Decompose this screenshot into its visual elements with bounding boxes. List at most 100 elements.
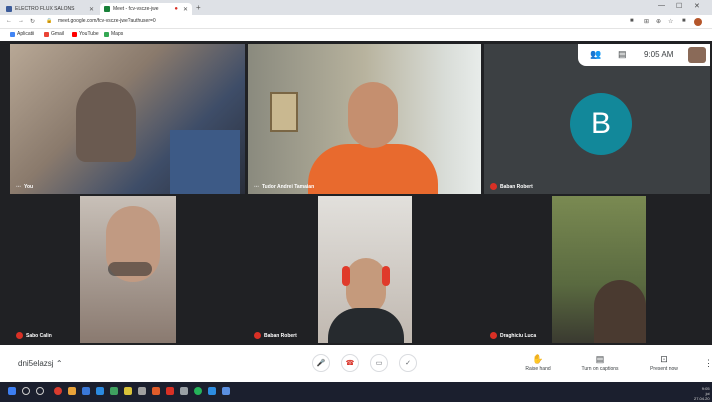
app-icon[interactable] xyxy=(180,387,188,395)
video-tile-baban-avatar[interactable]: B Baban Robert xyxy=(484,44,710,194)
app-icon[interactable] xyxy=(96,387,104,395)
zoom-icon[interactable]: ⊕ xyxy=(656,18,661,25)
microphone-button[interactable]: 🎤 xyxy=(312,354,330,372)
participant-name: Baban Robert xyxy=(254,332,297,339)
present-now-button[interactable]: ⊡ Present now xyxy=(634,354,694,372)
headphone-right xyxy=(382,266,390,286)
url-field[interactable]: meet.google.com/fcv-vscze-jwe?authuser=0 xyxy=(58,18,156,24)
participant-name: Baban Robert xyxy=(490,183,533,190)
browser-tab-bar: ELECTRO FLUX SALONS ✕ Meet - fcv-vscze-j… xyxy=(0,0,712,15)
more-options-icon[interactable]: ⋯ xyxy=(16,184,21,190)
back-icon[interactable]: ← xyxy=(6,18,12,24)
meet-top-bar: 👥 ▤ 9:05 AM xyxy=(578,44,710,66)
cortana-icon[interactable] xyxy=(36,387,44,395)
participant-name: ⋯ You xyxy=(16,184,34,190)
video-tile-you[interactable]: ⋯ You xyxy=(10,44,245,194)
search-icon[interactable] xyxy=(22,387,30,395)
app-icon[interactable] xyxy=(152,387,160,395)
meet-favicon-icon xyxy=(104,6,110,12)
more-options-icon[interactable]: ⋯ xyxy=(254,184,259,190)
app-icon[interactable] xyxy=(222,387,230,395)
checkmark-button[interactable]: ✓ xyxy=(399,354,417,372)
app-icon[interactable] xyxy=(68,387,76,395)
chrome-icon[interactable] xyxy=(54,387,62,395)
participant-name: Sabo Calin xyxy=(16,332,52,339)
app-icon[interactable] xyxy=(138,387,146,395)
app-icon[interactable] xyxy=(82,387,90,395)
present-icon: ⊡ xyxy=(660,354,668,364)
bookmark-apps[interactable]: Aplicatii xyxy=(10,31,34,37)
bookmark-gmail[interactable]: Gmail xyxy=(44,31,64,37)
whatsapp-icon[interactable] xyxy=(194,387,202,395)
video-tile-baban-video[interactable]: Baban Robert xyxy=(248,196,481,343)
close-window-button[interactable]: ✕ xyxy=(694,2,700,10)
chat-icon[interactable]: ▤ xyxy=(618,49,627,60)
file-explorer-icon[interactable] xyxy=(124,387,132,395)
people-icon[interactable]: 👥 xyxy=(590,49,601,60)
new-tab-button[interactable]: + xyxy=(196,3,201,12)
raise-hand-button[interactable]: ✋ Raise hand xyxy=(508,354,568,372)
bookmarks-bar: Aplicatii Gmail YouTube Maps xyxy=(0,29,712,41)
participant-figure xyxy=(594,280,646,343)
lock-icon: 🔒 xyxy=(46,18,53,24)
app-icon[interactable] xyxy=(110,387,118,395)
captions-icon: ▤ xyxy=(595,354,605,364)
video-tile-draghiciu[interactable]: Draghiciu Luca xyxy=(484,196,710,343)
tab-meet[interactable]: Meet - fcv-vscze-jwe ● ✕ xyxy=(100,3,192,15)
maps-icon xyxy=(104,31,109,37)
participant-avatar: B xyxy=(570,93,632,155)
participant-figure xyxy=(76,82,136,162)
address-bar: ← → ↻ 🔒 meet.google.com/fcv-vscze-jwe?au… xyxy=(0,15,712,29)
meeting-time: 9:05 AM xyxy=(644,50,674,59)
taskbar-clock[interactable]: 9:05 joi 27.04.20 xyxy=(694,386,710,401)
close-tab-icon[interactable]: ✕ xyxy=(89,6,94,13)
start-icon[interactable] xyxy=(8,387,16,395)
translate-icon[interactable]: ⊞ xyxy=(644,18,649,25)
meeting-details-button[interactable]: dni5elazsj ⌃ xyxy=(18,359,63,368)
participant-face xyxy=(348,82,398,148)
captions-button[interactable]: ▤ Turn on captions xyxy=(570,354,630,372)
mic-off-icon xyxy=(490,332,497,339)
recording-dot-icon: ● xyxy=(174,6,178,12)
tab-label: Meet - fcv-vscze-jwe xyxy=(113,6,159,12)
participant-name: ⋯ Tudor Andrei Tamaian xyxy=(254,184,315,190)
participant-face xyxy=(346,258,386,314)
meet-bottom-bar: dni5elazsj ⌃ 🎤 ☎ ▭ ✓ ✋ Raise hand ▤ Turn o… xyxy=(0,345,712,382)
hover-controls[interactable] xyxy=(108,262,152,276)
mic-off-icon xyxy=(490,183,497,190)
more-options-icon[interactable]: ⋮ xyxy=(704,358,712,369)
forward-icon[interactable]: → xyxy=(18,18,24,24)
reload-icon[interactable]: ↻ xyxy=(30,18,35,25)
star-icon[interactable]: ☆ xyxy=(668,18,673,25)
minimize-button[interactable]: — xyxy=(658,2,665,9)
camera-button[interactable]: ▭ xyxy=(370,354,388,372)
headphone-left xyxy=(342,266,350,286)
app-icon[interactable] xyxy=(166,387,174,395)
close-tab-icon[interactable]: ✕ xyxy=(183,6,188,13)
camera-icon[interactable]: ■ xyxy=(630,18,634,24)
leave-call-button[interactable]: ☎ xyxy=(341,354,359,372)
self-preview-thumbnail[interactable] xyxy=(688,47,706,63)
chair-shape xyxy=(170,130,240,194)
maximize-button[interactable]: ☐ xyxy=(676,2,682,10)
profile-avatar[interactable] xyxy=(694,18,702,26)
tab-label: ELECTRO FLUX SALONS xyxy=(15,6,75,12)
video-tile-sabo[interactable]: Sabo Calin xyxy=(10,196,245,343)
youtube-icon xyxy=(72,31,77,37)
windows-taskbar: 9:05 joi 27.04.20 xyxy=(0,382,712,402)
wall-frame xyxy=(270,92,298,132)
bookmark-maps[interactable]: Maps xyxy=(104,31,123,37)
gmail-icon xyxy=(44,31,49,37)
hand-icon: ✋ xyxy=(532,354,544,364)
participant-shirt xyxy=(308,144,438,194)
app-icon[interactable] xyxy=(208,387,216,395)
site-favicon-icon xyxy=(6,6,12,12)
bookmark-youtube[interactable]: YouTube xyxy=(72,31,99,37)
extensions-icon[interactable]: ■ xyxy=(682,18,686,24)
apps-icon xyxy=(10,31,15,37)
tab-electro-flux[interactable]: ELECTRO FLUX SALONS ✕ xyxy=(2,3,98,15)
participant-name: Draghiciu Luca xyxy=(490,332,536,339)
video-tile-tudor[interactable]: ⋯ Tudor Andrei Tamaian xyxy=(248,44,481,194)
mic-off-icon xyxy=(16,332,23,339)
chevron-up-icon: ⌃ xyxy=(55,359,63,368)
